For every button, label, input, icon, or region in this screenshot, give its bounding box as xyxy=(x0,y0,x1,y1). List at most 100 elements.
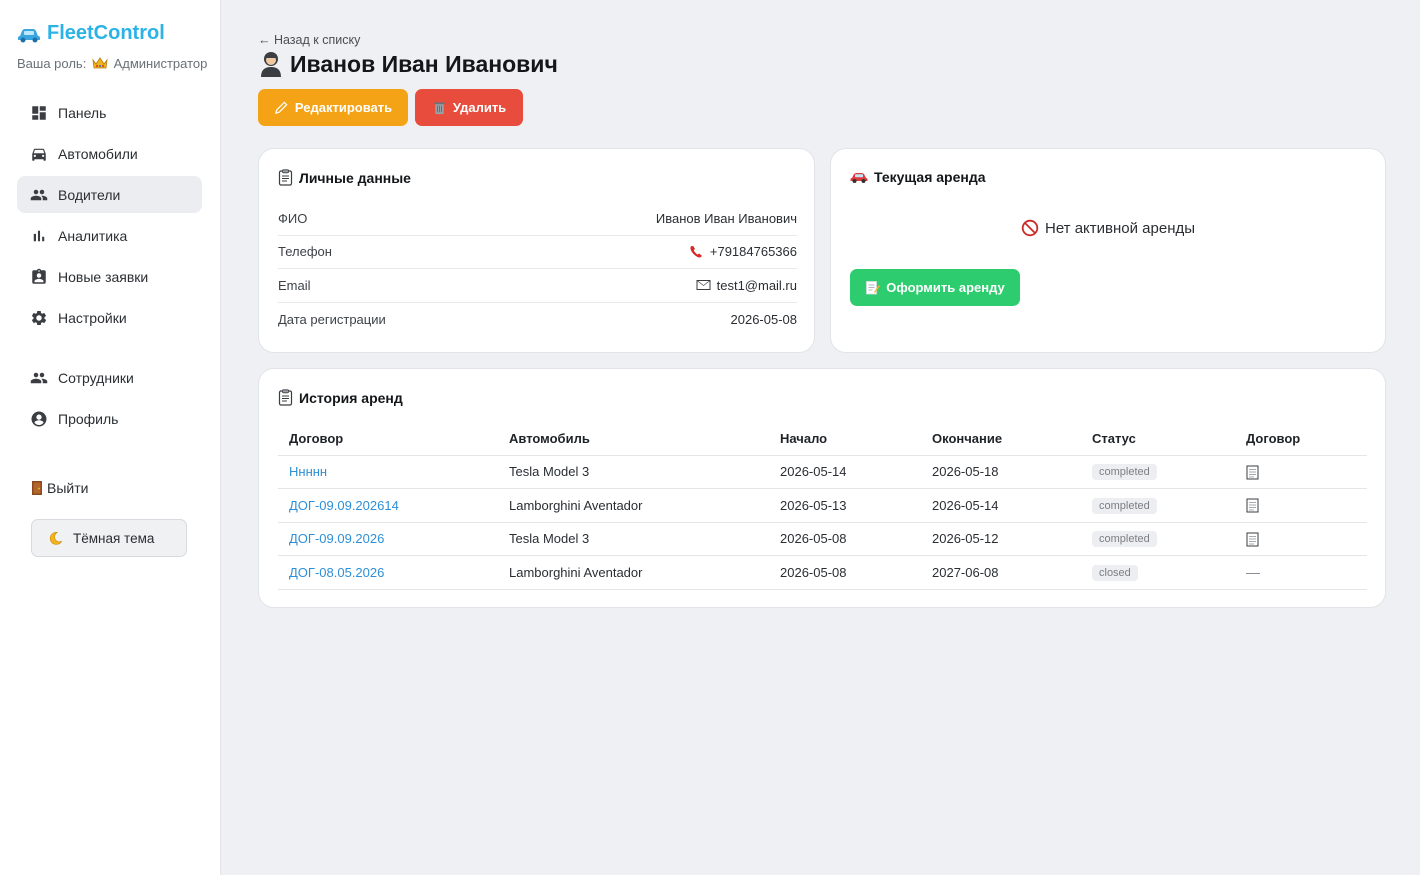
nav-item-settings[interactable]: Настройки xyxy=(17,299,202,336)
people-icon xyxy=(30,372,48,383)
status-cell: completed xyxy=(1081,488,1235,523)
nav-item-analytics[interactable]: Аналитика xyxy=(17,217,202,254)
phone-value[interactable]: +79184765366 xyxy=(689,244,797,259)
red-car-icon xyxy=(850,173,868,183)
contract-link[interactable]: ДОГ-09.09.202614 xyxy=(289,498,399,513)
status-badge: completed xyxy=(1092,497,1157,514)
card-title: Личные данные xyxy=(278,169,411,186)
end-cell: 2027-06-08 xyxy=(921,555,1081,590)
rent-history-table: Договор Автомобиль Начало Окончание Стат… xyxy=(278,422,1367,590)
document-icon[interactable] xyxy=(1246,498,1259,513)
document-icon[interactable] xyxy=(1246,532,1259,547)
email-value[interactable]: test1@mail.ru xyxy=(696,278,797,293)
nav-label: Автомобили xyxy=(58,145,138,162)
clipboard-icon xyxy=(278,169,293,186)
car-icon xyxy=(32,148,46,161)
role-name: Администратор xyxy=(113,56,208,71)
column-header: Окончание xyxy=(921,422,1081,456)
contract-link[interactable]: ДОГ-08.05.2026 xyxy=(289,565,384,580)
envelope-icon xyxy=(696,280,711,291)
account-circle-icon xyxy=(31,411,47,426)
nav-item-dashboard[interactable]: Панель xyxy=(17,94,202,131)
no-document-dash xyxy=(1246,572,1260,574)
nav-label: Профиль xyxy=(58,410,119,427)
column-header: Договор xyxy=(1235,422,1367,456)
column-header: Договор xyxy=(278,422,498,456)
nav-label: Аналитика xyxy=(58,227,128,244)
main-nav: Панель Автомобили Водители Аналитика Нов… xyxy=(17,94,202,340)
car-logo-icon xyxy=(18,28,40,42)
status-cell: closed xyxy=(1081,555,1235,590)
phone-text: +79184765366 xyxy=(709,244,797,260)
contract-cell: ДОГ-08.05.2026 xyxy=(278,555,498,590)
sidebar: FleetControl Ваша роль: Администратор Па… xyxy=(0,0,221,875)
contract-cell: ДОГ-09.09.2026 xyxy=(278,522,498,556)
nav-item-profile[interactable]: Профиль xyxy=(17,400,202,437)
nav-label: Настройки xyxy=(58,309,127,326)
contract-link[interactable]: ДОГ-09.09.2026 xyxy=(289,531,384,546)
document-icon[interactable] xyxy=(1246,465,1259,480)
status-badge: closed xyxy=(1092,564,1138,581)
edit-label: Редактировать xyxy=(294,100,393,115)
column-header: Начало xyxy=(769,422,921,456)
card-title: История аренд xyxy=(278,389,403,406)
contract-cell: ДОГ-09.09.202614 xyxy=(278,488,498,523)
info-row-email: Email test1@mail.ru xyxy=(278,269,797,303)
bar-chart-icon xyxy=(33,230,45,241)
user-role: Ваша роль: Администратор xyxy=(17,56,207,71)
table-row: ДОГ-08.05.2026 Lamborghini Aventador 202… xyxy=(278,555,1367,590)
logout-link[interactable]: Выйти xyxy=(31,480,88,496)
nav-label: Сотрудники xyxy=(58,369,134,386)
current-rent-card: Текущая аренда Нет активной аренды Оформ… xyxy=(830,148,1386,353)
create-rent-button[interactable]: Оформить аренду xyxy=(850,269,1020,306)
car-cell: Lamborghini Aventador xyxy=(498,488,769,523)
door-icon xyxy=(32,481,42,495)
delete-label: Удалить xyxy=(452,100,507,115)
moon-icon xyxy=(49,531,63,545)
delete-button[interactable]: Удалить xyxy=(415,89,523,126)
trash-icon xyxy=(434,102,445,115)
contract-link[interactable]: Ннннн xyxy=(289,464,327,479)
info-value: Иванов Иван Иванович xyxy=(655,210,797,226)
nav-item-employees[interactable]: Сотрудники xyxy=(17,359,202,396)
dark-theme-toggle[interactable]: Тёмная тема xyxy=(31,519,187,557)
document-cell xyxy=(1235,488,1367,523)
car-cell: Tesla Model 3 xyxy=(498,455,769,489)
logout-label: Выйти xyxy=(47,480,89,496)
document-cell xyxy=(1235,522,1367,556)
rent-history-card: История аренд Договор Автомобиль Начало … xyxy=(258,368,1386,608)
status-badge: completed xyxy=(1092,531,1157,548)
create-rent-label: Оформить аренду xyxy=(886,280,1005,295)
secondary-nav: Сотрудники Профиль xyxy=(17,359,202,441)
start-cell: 2026-05-14 xyxy=(769,455,921,489)
back-link[interactable]: ← Назад к списку xyxy=(258,33,360,47)
table-header-row: Договор Автомобиль Начало Окончание Стат… xyxy=(278,422,1367,456)
info-label: Email xyxy=(278,277,311,293)
person-icon xyxy=(261,52,281,77)
nav-label: Водители xyxy=(58,186,121,203)
gear-icon xyxy=(31,310,47,325)
table-row: Ннннн Tesla Model 3 2026-05-14 2026-05-1… xyxy=(278,455,1367,489)
email-text: test1@mail.ru xyxy=(716,277,797,293)
edit-button[interactable]: Редактировать xyxy=(258,89,408,126)
crown-icon xyxy=(92,57,108,69)
end-cell: 2026-05-18 xyxy=(921,455,1081,489)
personal-data-card: Личные данные ФИО Иванов Иван Иванович Т… xyxy=(258,148,815,353)
info-label: Телефон xyxy=(278,244,332,260)
page-title: Иванов Иван Иванович xyxy=(258,50,558,78)
info-row-phone: Телефон +79184765366 xyxy=(278,236,797,269)
end-cell: 2026-05-14 xyxy=(921,488,1081,523)
nav-label: Панель xyxy=(58,104,107,121)
info-value: 2026-05-08 xyxy=(730,311,798,327)
start-cell: 2026-05-13 xyxy=(769,488,921,523)
info-label: Дата регистрации xyxy=(278,311,386,327)
clipboard-icon xyxy=(278,389,293,406)
nav-item-cars[interactable]: Автомобили xyxy=(17,135,202,172)
start-cell: 2026-05-08 xyxy=(769,555,921,590)
nav-item-new-requests[interactable]: Новые заявки xyxy=(17,258,202,295)
contract-cell: Ннннн xyxy=(278,455,498,489)
column-header: Автомобиль xyxy=(498,422,769,456)
prohibited-icon xyxy=(1021,219,1039,237)
brand[interactable]: FleetControl xyxy=(17,22,165,45)
nav-item-drivers[interactable]: Водители xyxy=(17,176,202,213)
